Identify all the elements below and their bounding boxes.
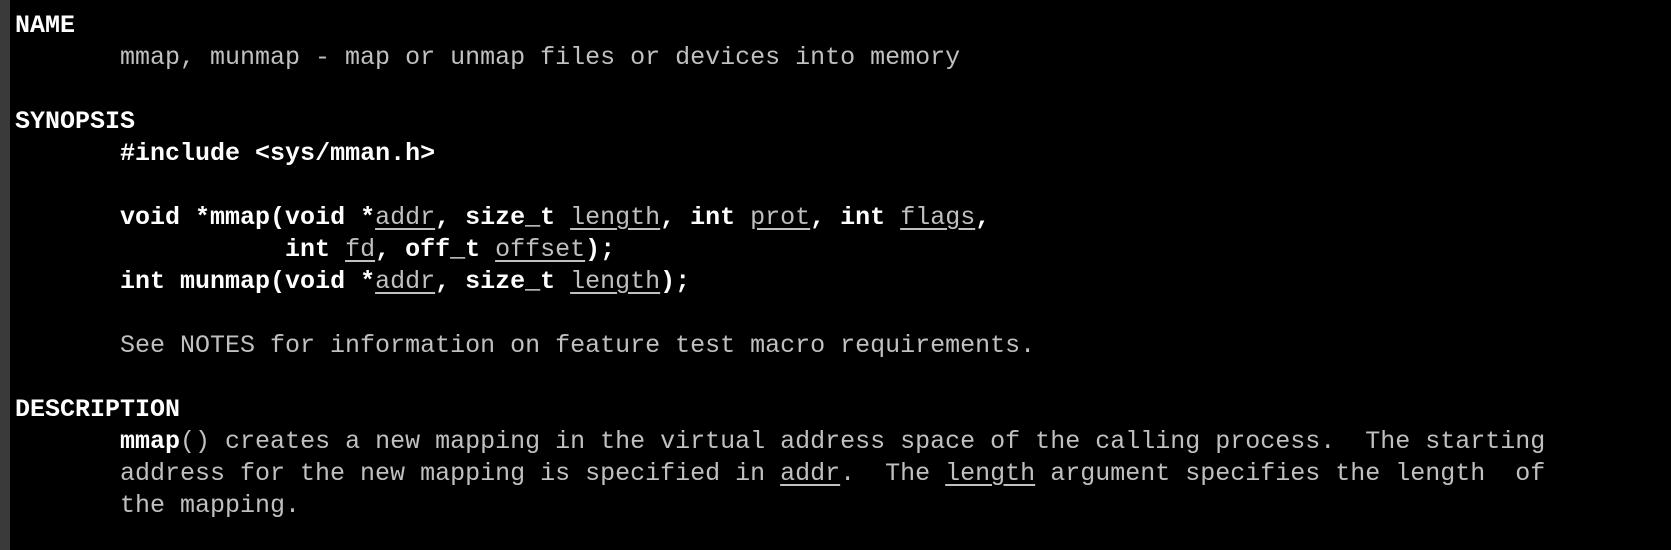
terminal-line: #include <sys/mman.h> [15,138,1545,170]
argument-text: length [570,267,661,296]
bold-text: , size_t [435,267,571,296]
text [15,235,285,264]
text: () creates a new mapping in the virtual … [180,427,1546,456]
argument-text: prot [750,203,811,232]
text: . The [840,459,946,488]
text: See NOTES for information on feature tes… [15,331,1036,360]
terminal-line: See NOTES for information on feature tes… [15,330,1545,362]
argument-text: flags [900,203,976,232]
terminal-line: int fd, off_t offset); [15,234,1545,266]
terminal-line: int munmap(void *addr, size_t length); [15,266,1545,298]
bold-text: #include <sys/mman.h> [120,139,436,168]
bold-text: void *mmap(void * [120,203,376,232]
argument-text: offset [495,235,586,264]
text: the mapping. [15,491,301,520]
terminal-line: mmap, munmap - map or unmap files or dev… [15,42,1545,74]
bold-text: NAME [15,11,76,40]
bold-text: SYNOPSIS [15,107,136,136]
terminal-line: the mapping. [15,490,1545,522]
bold-text: int [285,235,346,264]
text: address for the new mapping is specified… [15,459,781,488]
argument-text: fd [345,235,376,264]
argument-text: length [945,459,1036,488]
argument-text: addr [375,203,436,232]
terminal-line: void *mmap(void *addr, size_t length, in… [15,202,1545,234]
window-left-edge [0,0,10,550]
bold-text: ); [660,267,691,296]
bold-text: ); [585,235,616,264]
text [15,427,120,456]
bold-text: , int [810,203,901,232]
text: mmap, munmap - map or unmap files or dev… [15,43,961,72]
text: argument specifies the length of [1035,459,1546,488]
text [15,139,120,168]
terminal-line: NAME [15,10,1545,42]
bold-text: int munmap(void * [120,267,376,296]
terminal-line: address for the new mapping is specified… [15,458,1545,490]
terminal-line: DESCRIPTION [15,394,1545,426]
argument-text: length [570,203,661,232]
terminal-line: SYNOPSIS [15,106,1545,138]
bold-text: , size_t [435,203,571,232]
bold-text: , int [660,203,751,232]
text [15,203,120,232]
argument-text: addr [375,267,436,296]
terminal-man-page[interactable]: NAME mmap, munmap - map or unmap files o… [15,10,1545,522]
terminal-line: mmap() creates a new mapping in the virt… [15,426,1545,458]
bold-text: , off_t [375,235,496,264]
text [15,267,120,296]
bold-text: , [975,203,991,232]
bold-text: DESCRIPTION [15,395,181,424]
bold-text: mmap [120,427,181,456]
argument-text: addr [780,459,841,488]
